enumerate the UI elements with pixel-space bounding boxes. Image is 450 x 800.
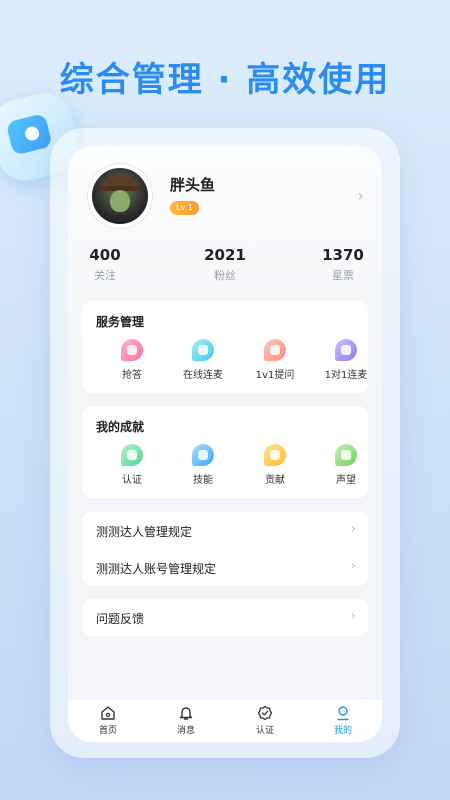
- profile-header[interactable]: 胖头鱼 Lv 1 ›: [88, 164, 364, 228]
- contribute-icon: [264, 444, 286, 466]
- reputation-icon: [335, 444, 357, 466]
- phone-screen: 胖头鱼 Lv 1 › 400 关注 2021 粉丝 1370 星票 服务管理 抢…: [68, 146, 382, 742]
- skill-icon: [192, 444, 214, 466]
- badge-check-icon: [257, 705, 273, 721]
- service-item-qiangda[interactable]: 抢答: [97, 339, 167, 381]
- service-item-1on1-mic[interactable]: 1对1连麦: [311, 339, 381, 381]
- bell-icon: [179, 707, 193, 720]
- check-icon: [121, 444, 143, 466]
- service-card: 服务管理 抢答 在线连麦 1v1提问 1对1连麦: [82, 301, 368, 393]
- user-name: 胖头鱼: [170, 176, 216, 194]
- achievement-item-certify[interactable]: 认证: [97, 444, 167, 486]
- home-icon: [101, 706, 115, 720]
- play-icon: [192, 339, 214, 361]
- chevron-right-icon[interactable]: ›: [358, 186, 364, 205]
- achievement-title: 我的成就: [96, 420, 145, 434]
- service-item-1v1-question[interactable]: 1v1提问: [240, 339, 310, 381]
- service-title: 服务管理: [96, 315, 145, 329]
- chat-icon: [264, 339, 286, 361]
- service-item-online-mic[interactable]: 在线连麦: [168, 339, 238, 381]
- stat-stars[interactable]: 1370 星票: [316, 246, 370, 283]
- achievement-item-skill[interactable]: 技能: [168, 444, 238, 486]
- chevron-right-icon: ›: [350, 608, 356, 624]
- headline: 综合管理 · 高效使用: [59, 60, 391, 100]
- rules-item-expert[interactable]: 测测达人管理规定 ›: [82, 512, 368, 549]
- chevron-right-icon: ›: [350, 521, 356, 537]
- phone-icon: [335, 339, 357, 361]
- achievement-card: 我的成就 认证 技能 贡献 声望: [82, 406, 368, 498]
- achievement-item-contribute[interactable]: 贡献: [240, 444, 310, 486]
- user-icon: [337, 706, 349, 721]
- tab-messages[interactable]: 消息: [156, 705, 216, 736]
- tab-mine[interactable]: 我的: [313, 705, 373, 736]
- avatar[interactable]: [88, 164, 152, 228]
- rules-item-account[interactable]: 测测达人账号管理规定 ›: [82, 549, 368, 586]
- stat-following[interactable]: 400 关注: [78, 246, 132, 283]
- stats-row: 400 关注 2021 粉丝 1370 星票: [68, 246, 382, 286]
- tab-home[interactable]: 首页: [78, 705, 138, 736]
- feedback-item[interactable]: 问题反馈 ›: [82, 599, 368, 636]
- chevron-right-icon: ›: [350, 558, 356, 574]
- bottom-tab-bar: 首页 消息 认证 我的: [68, 700, 382, 742]
- lightning-icon: [121, 339, 143, 361]
- rules-card: 测测达人管理规定 › 测测达人账号管理规定 ›: [82, 512, 368, 586]
- achievement-item-reputation[interactable]: 声望: [311, 444, 381, 486]
- tab-certify[interactable]: 认证: [235, 705, 295, 736]
- stat-fans[interactable]: 2021 粉丝: [195, 246, 255, 283]
- feedback-card: 问题反馈 ›: [82, 599, 368, 636]
- level-badge: Lv 1: [170, 201, 199, 215]
